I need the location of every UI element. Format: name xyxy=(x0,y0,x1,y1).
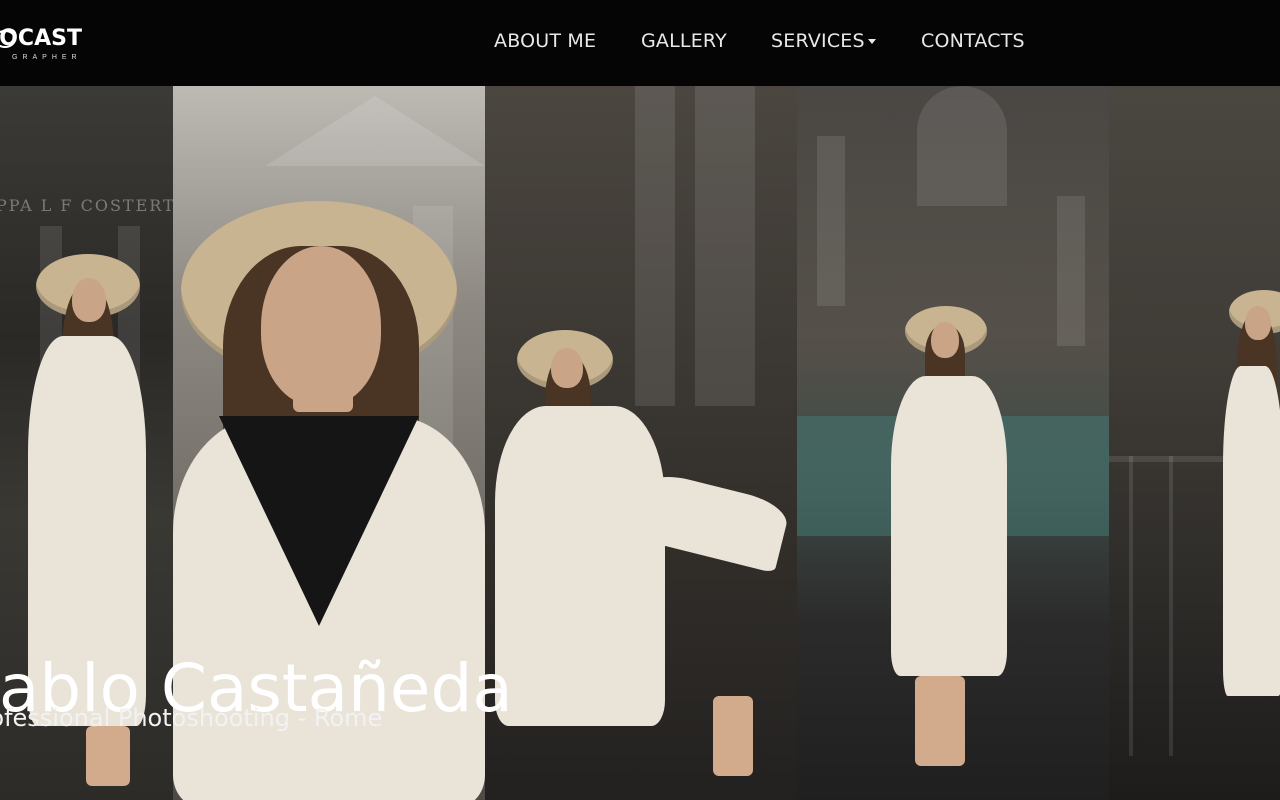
nav-services-label: SERVICES xyxy=(771,30,865,52)
legs xyxy=(713,696,753,776)
face xyxy=(931,322,959,358)
column xyxy=(635,86,675,406)
nav-gallery[interactable]: GALLERY xyxy=(641,30,727,52)
statue xyxy=(1057,196,1085,346)
logo-subtitle: GRAPHER xyxy=(12,54,82,61)
nav-services[interactable]: SERVICES xyxy=(771,30,876,52)
railing-post xyxy=(1169,456,1173,756)
nav-contacts[interactable]: CONTACTS xyxy=(921,30,1025,52)
photo-panel-seated xyxy=(485,86,797,800)
arch xyxy=(917,86,1007,206)
column xyxy=(695,86,755,406)
legs xyxy=(915,676,965,766)
building-pediment xyxy=(265,96,485,166)
face xyxy=(1245,306,1271,340)
logo-text: LOCAST xyxy=(0,26,82,51)
face xyxy=(72,278,106,322)
page: LOCAST GRAPHER ABOUT ME GALLERY SERVICES… xyxy=(0,0,1280,800)
nav-about-me[interactable]: ABOUT ME xyxy=(494,30,596,52)
photo-panel-trevi xyxy=(797,86,1109,800)
hero-subtitle: Professional Photoshooting - Rome xyxy=(0,704,383,732)
railing-post xyxy=(1129,456,1133,756)
dress-collar xyxy=(219,416,419,626)
site-logo[interactable]: LOCAST GRAPHER xyxy=(0,26,116,66)
top-navbar: LOCAST GRAPHER ABOUT ME GALLERY SERVICES… xyxy=(0,0,1280,86)
face xyxy=(261,246,381,406)
pantheon-inscription: PPA L F COSTERTI xyxy=(0,196,173,215)
statue xyxy=(817,136,845,306)
dress xyxy=(891,376,1007,676)
dress xyxy=(495,406,665,726)
dress xyxy=(1223,366,1280,696)
neck xyxy=(293,386,353,412)
face xyxy=(551,348,583,388)
legs xyxy=(86,726,130,786)
caret-down-icon xyxy=(867,39,876,44)
photo-panel-railing xyxy=(1109,86,1280,800)
